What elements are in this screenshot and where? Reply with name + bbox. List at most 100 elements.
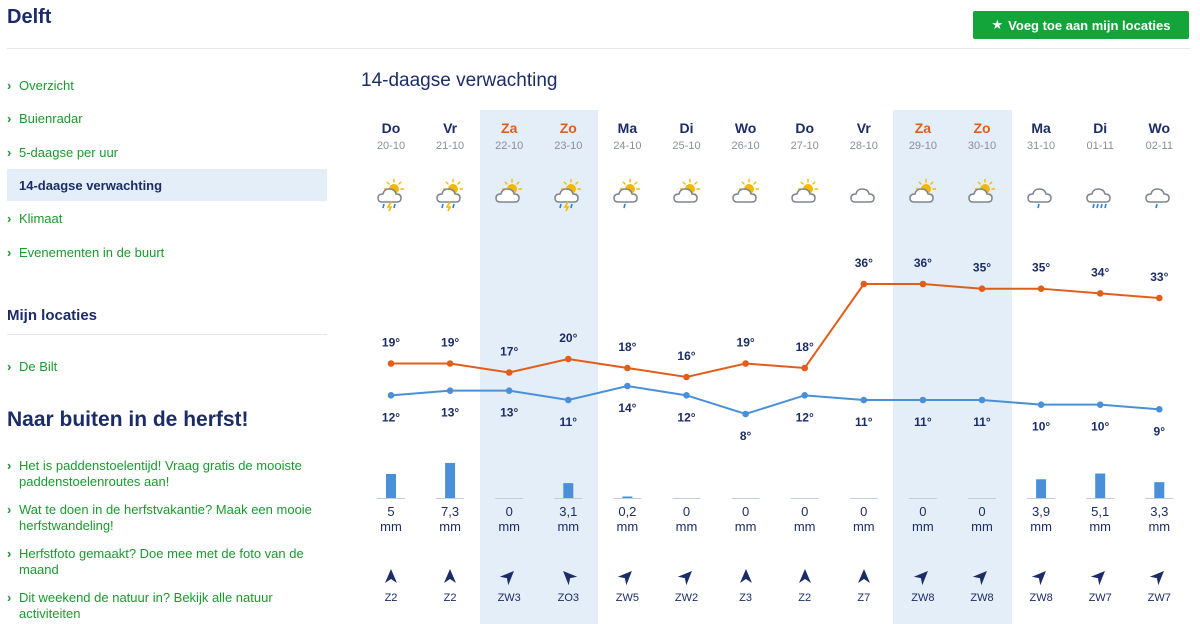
day-header: Zo 23-10 xyxy=(539,120,598,156)
wind-arrow-icon xyxy=(563,571,578,586)
partly-cloudy-icon xyxy=(480,178,539,212)
min-temp-label: 12° xyxy=(796,410,814,424)
day-header: Do 20-10 xyxy=(362,120,421,156)
wind-arrow-icon xyxy=(972,571,987,586)
wind-indicator: ZW7 xyxy=(1071,568,1130,604)
precipitation-amount: 0 xyxy=(682,504,691,519)
min-temp-label: 14° xyxy=(618,401,636,415)
article-link[interactable]: › Herfstfoto gemaakt? Doe mee met de fot… xyxy=(7,546,327,578)
precipitation-unit: mm xyxy=(380,519,402,534)
cloudy-icon xyxy=(834,178,893,212)
precipitation-value: 0,2 mm xyxy=(598,504,657,534)
wind-indicator: ZW8 xyxy=(953,568,1012,604)
max-temp-label: 18° xyxy=(618,340,636,354)
precipitation-amount: 0 xyxy=(741,504,750,519)
chevron-right-icon: › xyxy=(7,77,12,93)
precipitation-unit: mm xyxy=(675,519,698,534)
min-temp-point xyxy=(1037,401,1045,408)
max-temp-point xyxy=(1156,294,1163,302)
page-title: Delft xyxy=(7,6,52,28)
partly-cloudy-icon xyxy=(953,178,1012,212)
precipitation-amount: 7,3 xyxy=(441,504,460,519)
day-date: 28-10 xyxy=(849,140,878,152)
day-date: 23-10 xyxy=(554,140,583,152)
wind-indicator: ZW8 xyxy=(1012,568,1071,604)
max-temp-point xyxy=(801,364,808,372)
wind-indicator: Z2 xyxy=(362,568,421,604)
day-header: Vr 28-10 xyxy=(834,120,893,156)
min-temp-label: 10° xyxy=(1091,420,1109,434)
header-divider xyxy=(7,48,1190,49)
sidebar-item-5-daagse[interactable]: › 5-daagse per uur xyxy=(7,136,327,168)
wind-indicator: Z3 xyxy=(716,568,775,604)
precipitation-bar xyxy=(1154,482,1165,498)
precipitation-unit: mm xyxy=(852,519,875,534)
wind-direction: Z2 xyxy=(443,592,457,604)
min-temp-label: 11° xyxy=(855,415,873,429)
sidebar-item-buienradar[interactable]: › Buienradar xyxy=(7,102,327,134)
thunderstorm-sun-icon xyxy=(421,178,480,212)
day-date: 02-11 xyxy=(1145,140,1173,152)
max-temp-label: 35° xyxy=(1032,261,1050,275)
precipitation-bar xyxy=(1036,479,1047,498)
add-to-my-locations-button[interactable]: ★ Voeg toe aan mijn locaties xyxy=(973,11,1189,39)
wind-indicator: Z7 xyxy=(834,568,893,604)
max-temp-point xyxy=(860,280,868,288)
article-link[interactable]: › Wat te doen in de herfstvakantie? Maak… xyxy=(7,502,327,534)
precipitation-value: 0 mm xyxy=(775,504,834,534)
sidebar-item-klimaat[interactable]: › Klimaat xyxy=(7,202,327,234)
precipitation-value: 5,1 mm xyxy=(1071,504,1130,534)
min-temp-label: 8° xyxy=(740,429,752,443)
chevron-right-icon: › xyxy=(7,502,12,517)
wind-direction: ZW8 xyxy=(1029,592,1053,604)
precipitation-amount: 0,2 xyxy=(618,504,637,519)
chevron-right-icon: › xyxy=(7,458,12,473)
min-temp-point xyxy=(801,392,808,399)
wind-arrow-icon xyxy=(798,569,811,583)
wind-indicator: Z2 xyxy=(775,568,834,604)
min-temp-point xyxy=(387,392,395,399)
max-temp-point xyxy=(742,360,749,367)
day-header: Di 01-11 xyxy=(1071,120,1130,156)
max-temp-point xyxy=(624,364,631,372)
wind-indicator: ZW5 xyxy=(598,568,657,604)
light-rain-icon xyxy=(1130,178,1189,212)
min-temp-label: 9° xyxy=(1154,424,1166,438)
wind-indicator: ZW2 xyxy=(657,568,716,604)
thunderstorm-sun-icon xyxy=(539,178,598,212)
sidebar-item-14-daagse[interactable]: › 14-daagse verwachting xyxy=(7,169,327,201)
precipitation-amount: 3,9 xyxy=(1032,504,1051,519)
precipitation-unit: mm xyxy=(616,519,639,534)
day-name: Za xyxy=(501,120,518,136)
precipitation-bar xyxy=(386,474,396,498)
wind-arrow-icon xyxy=(385,569,397,583)
precipitation-value: 0 mm xyxy=(716,504,775,534)
chevron-right-icon: › xyxy=(7,210,12,226)
precipitation-amount: 3,1 xyxy=(559,504,578,519)
max-temp-point xyxy=(446,360,454,367)
precipitation-amount: 0 xyxy=(919,504,927,519)
sidebar-item-evenementen[interactable]: › Evenementen in de buurt xyxy=(7,236,327,268)
precipitation-unit: mm xyxy=(734,519,757,534)
precipitation-amount: 0 xyxy=(860,504,868,519)
max-temp-label: 33° xyxy=(1150,270,1168,284)
precipitation-value: 3,1 mm xyxy=(539,504,598,534)
star-icon: ★ xyxy=(991,17,1004,32)
day-header: Ma 24-10 xyxy=(598,120,657,156)
precipitation-amount: 5,1 xyxy=(1091,504,1110,519)
precipitation-unit: mm xyxy=(793,519,816,534)
sidebar-item-overzicht[interactable]: › Overzicht xyxy=(7,69,327,101)
precipitation-bar xyxy=(622,496,633,498)
chevron-right-icon: › xyxy=(7,244,12,260)
location-item-de-bilt[interactable]: › De Bilt xyxy=(7,350,327,382)
wind-arrow-icon xyxy=(913,571,928,586)
article-link[interactable]: › Het is paddenstoelentijd! Vraag gratis… xyxy=(7,458,327,490)
add-button-label: Voeg toe aan mijn locaties xyxy=(1008,17,1171,33)
day-name: Do xyxy=(795,120,815,136)
chevron-right-icon: › xyxy=(7,590,12,605)
wind-direction: ZW7 xyxy=(1088,592,1112,604)
wind-direction: ZW8 xyxy=(970,592,994,604)
wind-direction: Z2 xyxy=(384,592,398,604)
rain-icon xyxy=(1071,178,1130,212)
article-link[interactable]: › Dit weekend de natuur in? Bekijk alle … xyxy=(7,590,327,622)
